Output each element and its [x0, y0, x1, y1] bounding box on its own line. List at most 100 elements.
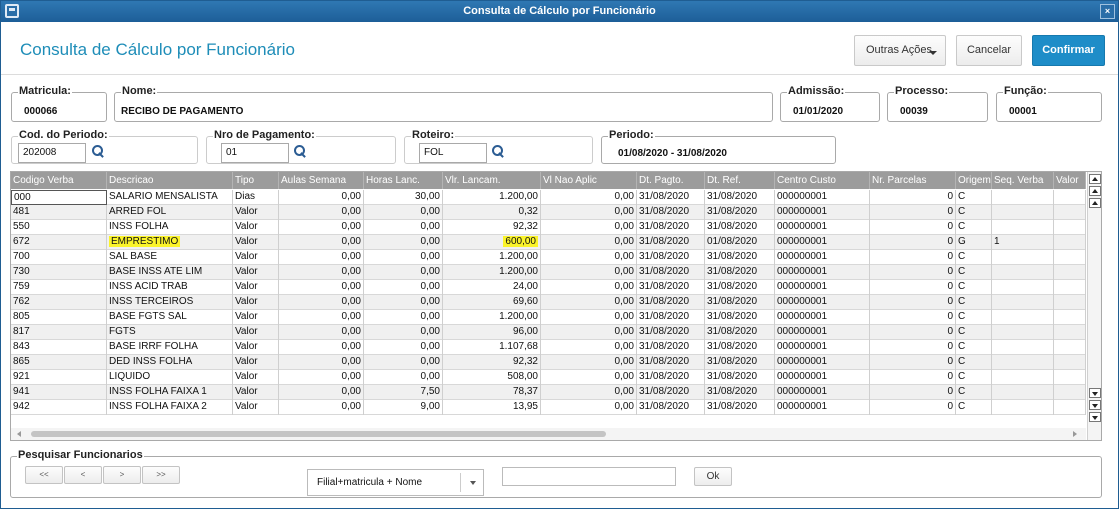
cell-origem[interactable]: C	[956, 340, 992, 355]
cell-vlr-lancam[interactable]: 24,00	[443, 280, 541, 295]
cell-dt-ref[interactable]: 31/08/2020	[705, 400, 775, 415]
cell-tipo[interactable]: Dias	[233, 190, 279, 205]
cell-aulas-semana[interactable]: 0,00	[279, 265, 364, 280]
scroll-left-icon[interactable]	[17, 431, 21, 437]
col-descricao-header[interactable]: Descricao	[107, 172, 233, 189]
table-row[interactable]: 942 INSS FOLHA FAIXA 2 Valor 0,00 9,00 13,95 0…	[11, 400, 1086, 415]
close-icon[interactable]: ×	[1100, 4, 1115, 19]
cell-origem[interactable]: G	[956, 235, 992, 250]
cell-centro-custo[interactable]: 000000001	[775, 250, 870, 265]
cell-origem[interactable]: C	[956, 205, 992, 220]
nro-pagamento-input[interactable]: 01	[221, 143, 289, 163]
cell-aulas-semana[interactable]: 0,00	[279, 295, 364, 310]
cell-vlr-lancam[interactable]: 1.200,00	[443, 190, 541, 205]
cell-centro-custo[interactable]: 000000001	[775, 205, 870, 220]
roteiro-search-icon[interactable]	[491, 144, 505, 158]
cell-dt-pagto[interactable]: 31/08/2020	[637, 295, 705, 310]
cell-vlr-lancam[interactable]: 0,32	[443, 205, 541, 220]
cell-valor[interactable]	[1054, 295, 1086, 310]
cell-aulas-semana[interactable]: 0,00	[279, 220, 364, 235]
cell-aulas-semana[interactable]: 0,00	[279, 325, 364, 340]
cell-vl-nao-aplic[interactable]: 0,00	[541, 190, 637, 205]
cell-vlr-lancam[interactable]: 1.200,00	[443, 310, 541, 325]
cell-nr-parcelas[interactable]: 0	[870, 385, 956, 400]
cell-valor[interactable]	[1054, 205, 1086, 220]
cell-descricao[interactable]: ARRED FOL	[107, 205, 233, 220]
cell-vl-nao-aplic[interactable]: 0,00	[541, 265, 637, 280]
scroll-page-up-icon[interactable]	[1089, 186, 1101, 196]
cell-nr-parcelas[interactable]: 0	[870, 340, 956, 355]
cell-aulas-semana[interactable]: 0,00	[279, 280, 364, 295]
cell-horas-lanc[interactable]: 0,00	[364, 205, 443, 220]
table-row[interactable]: 481 ARRED FOL Valor 0,00 0,00 0,32 0,00 31/08/2…	[11, 205, 1086, 220]
cell-valor[interactable]	[1054, 355, 1086, 370]
cell-centro-custo[interactable]: 000000001	[775, 340, 870, 355]
cell-aulas-semana[interactable]: 0,00	[279, 340, 364, 355]
cell-tipo[interactable]: Valor	[233, 280, 279, 295]
cell-codigo-verba[interactable]: 865	[11, 355, 107, 370]
cell-dt-pagto[interactable]: 31/08/2020	[637, 400, 705, 415]
cell-origem[interactable]: C	[956, 280, 992, 295]
cell-horas-lanc[interactable]: 0,00	[364, 310, 443, 325]
cell-seq-verba[interactable]	[992, 280, 1054, 295]
col-dt-ref-header[interactable]: Dt. Ref.	[705, 172, 775, 189]
cell-origem[interactable]: C	[956, 385, 992, 400]
cell-valor[interactable]	[1054, 280, 1086, 295]
cell-dt-pagto[interactable]: 31/08/2020	[637, 385, 705, 400]
cell-centro-custo[interactable]: 000000001	[775, 370, 870, 385]
cell-nr-parcelas[interactable]: 0	[870, 355, 956, 370]
col-aulas-semana-header[interactable]: Aulas Semana	[279, 172, 364, 189]
cell-aulas-semana[interactable]: 0,00	[279, 355, 364, 370]
cell-centro-custo[interactable]: 000000001	[775, 265, 870, 280]
cell-horas-lanc[interactable]: 0,00	[364, 250, 443, 265]
cell-seq-verba[interactable]	[992, 310, 1054, 325]
cell-descricao[interactable]: INSS FOLHA FAIXA 2	[107, 400, 233, 415]
cell-vl-nao-aplic[interactable]: 0,00	[541, 205, 637, 220]
cell-tipo[interactable]: Valor	[233, 340, 279, 355]
cell-vlr-lancam[interactable]: 600,00	[443, 235, 541, 250]
horizontal-scrollbar[interactable]	[11, 428, 1086, 440]
cell-centro-custo[interactable]: 000000001	[775, 220, 870, 235]
cell-dt-ref[interactable]: 31/08/2020	[705, 220, 775, 235]
cell-dt-pagto[interactable]: 31/08/2020	[637, 190, 705, 205]
roteiro-input[interactable]: FOL	[419, 143, 487, 163]
cell-centro-custo[interactable]: 000000001	[775, 235, 870, 250]
cell-valor[interactable]	[1054, 400, 1086, 415]
cell-vlr-lancam[interactable]: 69,60	[443, 295, 541, 310]
cell-nr-parcelas[interactable]: 0	[870, 310, 956, 325]
cell-tipo[interactable]: Valor	[233, 295, 279, 310]
cell-horas-lanc[interactable]: 30,00	[364, 190, 443, 205]
cell-codigo-verba[interactable]: 700	[11, 250, 107, 265]
cell-nr-parcelas[interactable]: 0	[870, 325, 956, 340]
col-centro-custo-header[interactable]: Centro Custo	[775, 172, 870, 189]
cell-vlr-lancam[interactable]: 1.200,00	[443, 250, 541, 265]
cell-dt-ref[interactable]: 01/08/2020	[705, 235, 775, 250]
cell-dt-pagto[interactable]: 31/08/2020	[637, 310, 705, 325]
col-valor-header[interactable]: Valor	[1054, 172, 1086, 189]
cell-codigo-verba[interactable]: 730	[11, 265, 107, 280]
cell-descricao[interactable]: LIQUIDO	[107, 370, 233, 385]
cell-codigo-verba[interactable]: 921	[11, 370, 107, 385]
table-row[interactable]: 865 DED INSS FOLHA Valor 0,00 0,00 92,32 0,00 3…	[11, 355, 1086, 370]
cell-nr-parcelas[interactable]: 0	[870, 280, 956, 295]
col-seq-verba-header[interactable]: Seq. Verba	[992, 172, 1054, 189]
cell-tipo[interactable]: Valor	[233, 310, 279, 325]
cell-tipo[interactable]: Valor	[233, 400, 279, 415]
search-input[interactable]	[502, 467, 676, 486]
cell-origem[interactable]: C	[956, 295, 992, 310]
cell-centro-custo[interactable]: 000000001	[775, 385, 870, 400]
next-page-button[interactable]: >	[103, 466, 141, 484]
table-row[interactable]: 730 BASE INSS ATE LIM Valor 0,00 0,00 1.200,0…	[11, 265, 1086, 280]
cell-nr-parcelas[interactable]: 0	[870, 190, 956, 205]
cell-dt-ref[interactable]: 31/08/2020	[705, 280, 775, 295]
cell-dt-pagto[interactable]: 31/08/2020	[637, 325, 705, 340]
cell-codigo-verba[interactable]: 672	[11, 235, 107, 250]
cell-seq-verba[interactable]	[992, 220, 1054, 235]
cell-aulas-semana[interactable]: 0,00	[279, 370, 364, 385]
cell-origem[interactable]: C	[956, 250, 992, 265]
cell-valor[interactable]	[1054, 370, 1086, 385]
cell-seq-verba[interactable]	[992, 295, 1054, 310]
cell-aulas-semana[interactable]: 0,00	[279, 400, 364, 415]
table-row[interactable]: 672 EMPRESTIMO Valor 0,00 0,00 600,00 0,00 31/0…	[11, 235, 1086, 250]
cell-centro-custo[interactable]: 000000001	[775, 325, 870, 340]
